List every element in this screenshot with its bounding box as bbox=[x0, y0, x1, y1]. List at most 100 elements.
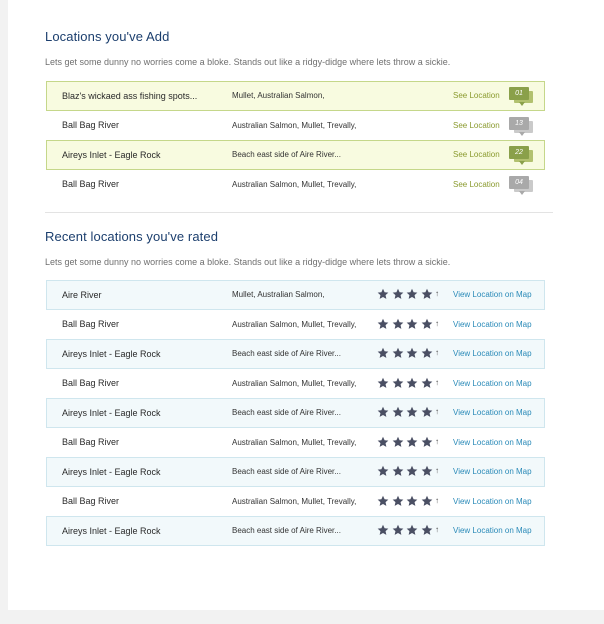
arrow-up-icon[interactable]: ↑ bbox=[435, 465, 439, 477]
fish-species: Australian Salmon, Mullet, Trevally, bbox=[232, 378, 357, 388]
star-icon bbox=[392, 436, 404, 448]
list-item[interactable]: Ball Bag River Australian Salmon, Mullet,… bbox=[46, 111, 545, 141]
speech-bubble-icon[interactable]: 01 bbox=[509, 87, 533, 106]
arrow-up-icon[interactable]: ↑ bbox=[435, 377, 439, 389]
arrow-up-icon[interactable]: ↑ bbox=[435, 436, 439, 448]
star-icon bbox=[377, 436, 389, 448]
star-rating[interactable]: ↑ bbox=[377, 406, 439, 418]
view-location-on-map-link[interactable]: View Location on Map bbox=[453, 526, 532, 535]
view-location-on-map-link[interactable]: View Location on Map bbox=[453, 438, 532, 447]
section-divider bbox=[45, 212, 553, 213]
view-location-on-map-link[interactable]: View Location on Map bbox=[453, 497, 532, 506]
view-location-on-map-link[interactable]: View Location on Map bbox=[453, 290, 532, 299]
star-icon bbox=[421, 495, 433, 507]
see-location-link[interactable]: See Location bbox=[453, 150, 500, 159]
locations-added-title: Locations you've Add bbox=[45, 29, 170, 44]
list-item[interactable]: Aireys Inlet - Eagle Rock Beach east side… bbox=[46, 339, 545, 369]
star-icon bbox=[421, 436, 433, 448]
fish-species: Mullet, Australian Salmon, bbox=[232, 91, 325, 101]
star-icon bbox=[392, 347, 404, 359]
comment-count: 13 bbox=[509, 116, 529, 130]
star-rating[interactable]: ↑ bbox=[377, 524, 439, 536]
star-icon bbox=[392, 377, 404, 389]
view-location-on-map-link[interactable]: View Location on Map bbox=[453, 349, 532, 358]
recent-rated-description: Lets get some dunny no worries come a bl… bbox=[45, 257, 451, 267]
list-item[interactable]: Aireys Inlet - Eagle Rock Beach east side… bbox=[46, 398, 545, 428]
star-rating[interactable]: ↑ bbox=[377, 318, 439, 330]
see-location-link[interactable]: See Location bbox=[453, 91, 500, 100]
view-location-on-map-link[interactable]: View Location on Map bbox=[453, 467, 532, 476]
location-name: Aireys Inlet - Eagle Rock bbox=[62, 525, 161, 536]
star-rating[interactable]: ↑ bbox=[377, 465, 439, 477]
star-icon bbox=[392, 465, 404, 477]
star-icon bbox=[421, 377, 433, 389]
arrow-up-icon[interactable]: ↑ bbox=[435, 524, 439, 536]
star-icon bbox=[377, 347, 389, 359]
list-item[interactable]: Aireys Inlet - Eagle Rock Beach east side… bbox=[46, 516, 545, 546]
speech-bubble-tail bbox=[519, 161, 525, 165]
list-item[interactable]: Ball Bag River Australian Salmon, Mullet,… bbox=[46, 310, 545, 340]
star-rating[interactable]: ↑ bbox=[377, 495, 439, 507]
star-icon bbox=[406, 495, 418, 507]
view-location-on-map-link[interactable]: View Location on Map bbox=[453, 408, 532, 417]
comment-count: 22 bbox=[509, 146, 529, 159]
star-icon bbox=[406, 406, 418, 418]
star-icon bbox=[421, 465, 433, 477]
speech-bubble-tail bbox=[519, 102, 525, 106]
see-location-link[interactable]: See Location bbox=[453, 180, 500, 189]
speech-bubble-icon[interactable]: 22 bbox=[509, 146, 533, 165]
star-rating[interactable]: ↑ bbox=[377, 436, 439, 448]
location-name: Blaz's wickaed ass fishing spots... bbox=[62, 90, 198, 101]
star-rating[interactable]: ↑ bbox=[377, 347, 439, 359]
recent-rated-list: Aire River Mullet, Australian Salmon, ↑ Vie… bbox=[46, 280, 545, 546]
list-item[interactable]: Ball Bag River Australian Salmon, Mullet,… bbox=[46, 369, 545, 399]
list-item[interactable]: Aireys Inlet - Eagle Rock Beach east side… bbox=[46, 140, 545, 170]
location-name: Aireys Inlet - Eagle Rock bbox=[62, 407, 161, 418]
arrow-up-icon[interactable]: ↑ bbox=[435, 347, 439, 359]
star-icon bbox=[421, 406, 433, 418]
speech-bubble-icon[interactable]: 04 bbox=[509, 175, 533, 195]
arrow-up-icon[interactable]: ↑ bbox=[435, 288, 439, 300]
star-rating[interactable]: ↑ bbox=[377, 288, 439, 300]
comment-count: 04 bbox=[509, 175, 529, 189]
star-icon bbox=[421, 288, 433, 300]
location-name: Aireys Inlet - Eagle Rock bbox=[62, 348, 161, 359]
view-location-on-map-link[interactable]: View Location on Map bbox=[453, 379, 532, 388]
fish-species: Beach east side of Aire River... bbox=[232, 526, 341, 536]
star-icon bbox=[377, 288, 389, 300]
location-name: Aire River bbox=[62, 289, 102, 300]
location-name: Ball Bag River bbox=[62, 319, 120, 330]
list-item[interactable]: Ball Bag River Australian Salmon, Mullet,… bbox=[46, 170, 545, 200]
list-item[interactable]: Ball Bag River Australian Salmon, Mullet,… bbox=[46, 487, 545, 517]
list-item[interactable]: Aireys Inlet - Eagle Rock Beach east side… bbox=[46, 457, 545, 487]
see-location-link[interactable]: See Location bbox=[453, 121, 500, 130]
arrow-up-icon[interactable]: ↑ bbox=[435, 495, 439, 507]
fish-species: Mullet, Australian Salmon, bbox=[232, 290, 325, 300]
location-name: Ball Bag River bbox=[62, 378, 120, 389]
list-item[interactable]: Aire River Mullet, Australian Salmon, ↑ Vie… bbox=[46, 280, 545, 310]
star-icon bbox=[377, 377, 389, 389]
star-icon bbox=[377, 318, 389, 330]
recent-rated-title: Recent locations you've rated bbox=[45, 229, 219, 244]
arrow-up-icon[interactable]: ↑ bbox=[435, 406, 439, 418]
list-item[interactable]: Blaz's wickaed ass fishing spots... Mulle… bbox=[46, 81, 545, 111]
comment-count: 01 bbox=[509, 87, 529, 100]
list-item[interactable]: Ball Bag River Australian Salmon, Mullet,… bbox=[46, 428, 545, 458]
fish-species: Australian Salmon, Mullet, Trevally, bbox=[232, 496, 357, 506]
star-icon bbox=[406, 288, 418, 300]
arrow-up-icon[interactable]: ↑ bbox=[435, 318, 439, 330]
star-icon bbox=[377, 406, 389, 418]
fish-species: Australian Salmon, Mullet, Trevally, bbox=[232, 179, 357, 189]
star-icon bbox=[377, 524, 389, 536]
star-icon bbox=[392, 318, 404, 330]
fish-species: Australian Salmon, Mullet, Trevally, bbox=[232, 437, 357, 447]
star-rating[interactable]: ↑ bbox=[377, 377, 439, 389]
location-name: Ball Bag River bbox=[62, 437, 120, 448]
view-location-on-map-link[interactable]: View Location on Map bbox=[453, 320, 532, 329]
star-icon bbox=[406, 465, 418, 477]
speech-bubble-icon[interactable]: 13 bbox=[509, 116, 533, 136]
speech-bubble-tail bbox=[519, 131, 525, 136]
fish-species: Australian Salmon, Mullet, Trevally, bbox=[232, 319, 357, 329]
star-icon bbox=[392, 406, 404, 418]
location-name: Ball Bag River bbox=[62, 179, 120, 190]
